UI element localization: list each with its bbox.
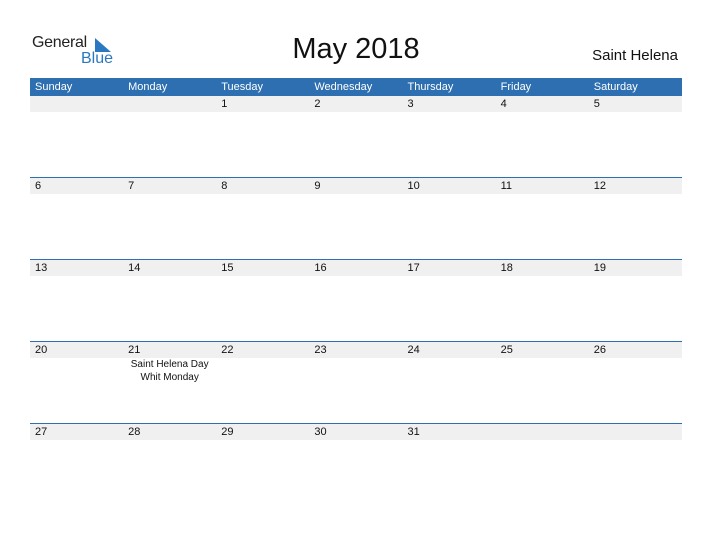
day-number: 24 — [407, 344, 420, 356]
weekday-friday: Friday — [500, 81, 532, 93]
day-number: 27 — [35, 426, 48, 438]
day-number: 2 — [314, 98, 321, 110]
holiday-label: Whit Monday — [140, 372, 199, 383]
country-label: Saint Helena — [592, 47, 678, 64]
day-events — [496, 358, 589, 384]
day-number: 30 — [314, 426, 327, 438]
day-events: Saint Helena Day Whit Monday — [123, 358, 216, 384]
day-number — [30, 96, 123, 112]
day-events — [403, 358, 496, 384]
day-number: 21 — [128, 344, 141, 356]
day-number: 6 — [35, 180, 42, 192]
day-number: 11 — [500, 180, 513, 192]
day-number: 29 — [221, 426, 234, 438]
weekday-monday: Monday — [128, 81, 168, 93]
events-row: Saint Helena Day Whit Monday — [30, 358, 682, 384]
day-number: 12 — [593, 180, 606, 192]
day-number: 4 — [500, 98, 507, 110]
holiday-label: Saint Helena Day — [130, 359, 209, 370]
day-number: 20 — [35, 344, 48, 356]
day-number: 31 — [407, 426, 420, 438]
week-row: 6 7 8 9 10 11 12 — [30, 177, 682, 259]
day-number: 13 — [35, 262, 48, 274]
day-number: 1 — [221, 98, 228, 110]
week-row: 27 28 29 30 31 — [30, 423, 682, 505]
weekday-wednesday: Wednesday — [314, 81, 373, 93]
day-number — [496, 424, 589, 440]
day-number: 23 — [314, 344, 327, 356]
day-number: 3 — [407, 98, 414, 110]
day-number: 25 — [500, 344, 513, 356]
weekday-header: Sunday Monday Tuesday Wednesday Thursday… — [30, 78, 682, 96]
day-number: 14 — [128, 262, 141, 274]
day-number: 7 — [128, 180, 135, 192]
weekday-thursday: Thursday — [407, 81, 454, 93]
day-number — [123, 96, 216, 112]
day-number-row: 27 28 29 30 31 — [30, 424, 682, 440]
day-events — [30, 358, 123, 384]
day-number: 19 — [593, 262, 606, 274]
weeks-container: 1 2 3 4 5 6 7 8 9 10 11 12 13 14 15 16 17 18 19 20 21 22 23 24 2… — [30, 96, 682, 505]
day-number — [589, 424, 682, 440]
week-row: 1 2 3 4 5 — [30, 96, 682, 177]
day-number: 22 — [221, 344, 234, 356]
day-number: 26 — [593, 344, 606, 356]
day-number: 28 — [128, 426, 141, 438]
weekday-sunday: Sunday — [35, 81, 73, 93]
day-number-row: 13 14 15 16 17 18 19 — [30, 260, 682, 276]
day-number: 17 — [407, 262, 420, 274]
day-number-row: 6 7 8 9 10 11 12 — [30, 178, 682, 194]
day-number: 5 — [593, 98, 600, 110]
day-events — [309, 358, 402, 384]
day-number: 18 — [500, 262, 513, 274]
week-row: 20 21 22 23 24 25 26 Saint Helena Day Whit Monda… — [30, 341, 682, 423]
calendar-grid: Sunday Monday Tuesday Wednesday Thursday… — [30, 78, 682, 505]
day-number: 8 — [221, 180, 228, 192]
weekday-tuesday: Tuesday — [221, 81, 264, 93]
week-row: 13 14 15 16 17 18 19 — [30, 259, 682, 341]
day-number: 16 — [314, 262, 327, 274]
day-events — [589, 358, 682, 384]
day-events — [216, 358, 309, 384]
day-number: 9 — [314, 180, 321, 192]
day-number: 15 — [221, 262, 234, 274]
weekday-saturday: Saturday — [593, 81, 638, 93]
day-number-row: 1 2 3 4 5 — [30, 96, 682, 112]
day-number: 10 — [407, 180, 420, 192]
day-number-row: 20 21 22 23 24 25 26 — [30, 342, 682, 358]
